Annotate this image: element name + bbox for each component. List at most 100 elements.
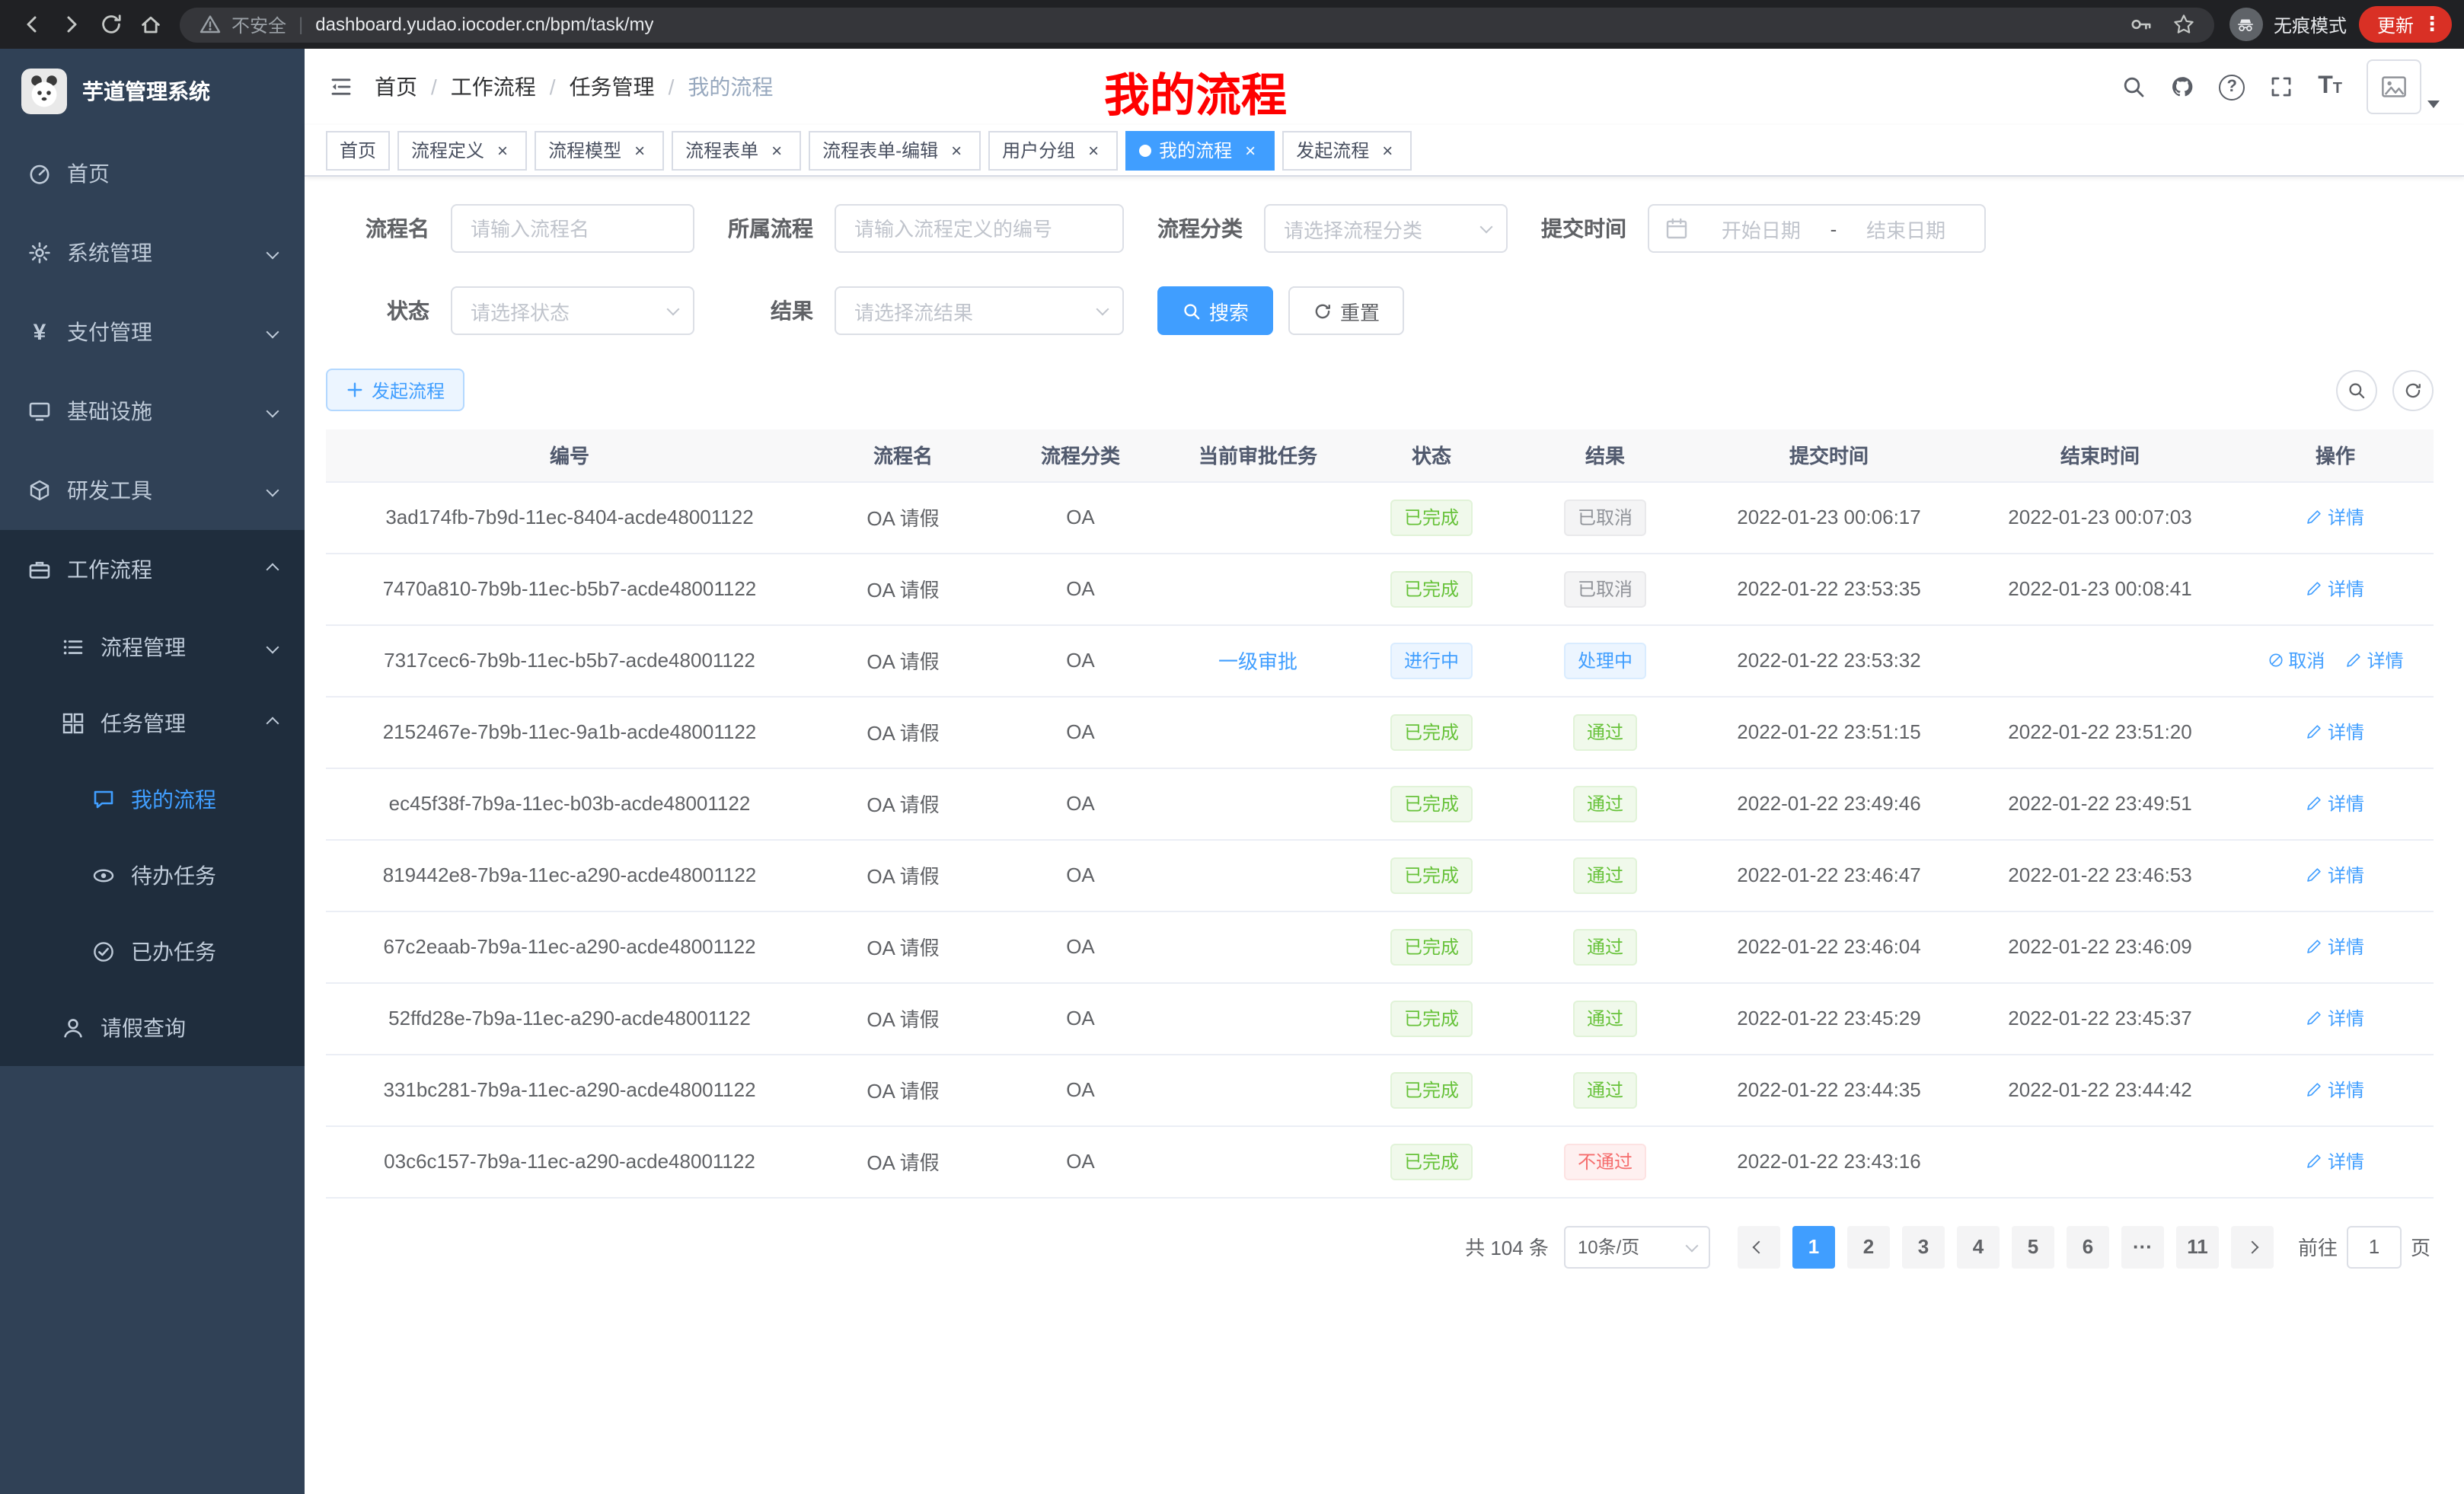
search-icon xyxy=(1182,301,1202,321)
reset-button[interactable]: 重置 xyxy=(1288,286,1404,335)
breadcrumb-item[interactable]: 任务管理 xyxy=(570,72,655,102)
tab-process-definition[interactable]: 流程定义× xyxy=(397,130,527,170)
tab-process-model[interactable]: 流程模型× xyxy=(535,130,664,170)
detail-link[interactable]: 详情 xyxy=(2306,1005,2364,1031)
tab-close-icon[interactable]: × xyxy=(629,139,650,161)
cancel-link[interactable]: 取消 xyxy=(2267,647,2325,673)
sidebar-item-leave-query[interactable]: 请假查询 xyxy=(0,990,305,1066)
col-actions: 操作 xyxy=(2237,429,2434,481)
sidebar-item-system[interactable]: 系统管理 xyxy=(0,213,305,292)
detail-link[interactable]: 详情 xyxy=(2306,719,2364,745)
sidebar-item-my-processes[interactable]: 我的流程 xyxy=(0,761,305,838)
tab-close-icon[interactable]: × xyxy=(1377,139,1398,161)
github-link[interactable] xyxy=(2170,75,2194,99)
tab-home[interactable]: 首页 xyxy=(326,130,390,170)
password-key-icon[interactable] xyxy=(2129,12,2153,37)
sidebar-collapse-button[interactable] xyxy=(329,75,353,99)
table-row: 7470a810-7b9b-11ec-b5b7-acde48001122 OA … xyxy=(326,553,2434,624)
browser-reload-button[interactable] xyxy=(91,5,131,44)
refresh-table-button[interactable] xyxy=(2392,369,2434,410)
tab-user-group[interactable]: 用户分组× xyxy=(988,130,1118,170)
sidebar-item-task-management[interactable]: 任务管理 xyxy=(0,685,305,761)
cell-name: OA 请假 xyxy=(813,696,993,768)
page-button-3[interactable]: 3 xyxy=(1902,1225,1945,1268)
detail-link[interactable]: 详情 xyxy=(2306,790,2364,816)
table-row: 819442e8-7b9a-11ec-a290-acde48001122 OA … xyxy=(326,839,2434,911)
detail-link[interactable]: 详情 xyxy=(2306,1077,2364,1103)
tab-process-form[interactable]: 流程表单× xyxy=(672,130,801,170)
browser-forward-button[interactable] xyxy=(52,5,91,44)
warning-icon xyxy=(198,12,222,37)
address-bar[interactable]: 不安全 | dashboard.yudao.iocoder.cn/bpm/tas… xyxy=(180,7,2214,42)
ban-icon xyxy=(2267,652,2284,669)
tab-close-icon[interactable]: × xyxy=(1083,139,1104,161)
result-badge: 通过 xyxy=(1573,928,1637,965)
tab-close-icon[interactable]: × xyxy=(946,139,967,161)
tab-start-process[interactable]: 发起流程× xyxy=(1282,130,1412,170)
cell-end-time: 2022-01-22 23:46:53 xyxy=(1963,839,2237,911)
user-menu[interactable] xyxy=(2367,59,2440,114)
sidebar-item-done-tasks[interactable]: 已办任务 xyxy=(0,914,305,990)
browser-back-button[interactable] xyxy=(12,5,52,44)
start-process-button[interactable]: 发起流程 xyxy=(326,369,464,411)
page-button-1[interactable]: 1 xyxy=(1792,1225,1835,1268)
page-button-4[interactable]: 4 xyxy=(1957,1225,2000,1268)
browser-update-button[interactable]: 更新 ⋮ xyxy=(2359,6,2452,43)
tab-close-icon[interactable]: × xyxy=(1240,139,1261,161)
browser-menu-icon[interactable]: ⋮ xyxy=(2421,12,2443,37)
page-ellipsis[interactable]: ··· xyxy=(2121,1225,2164,1268)
detail-link[interactable]: 详情 xyxy=(2306,576,2364,602)
tab-close-icon[interactable]: × xyxy=(492,139,513,161)
detail-link[interactable]: 详情 xyxy=(2306,862,2364,888)
detail-link[interactable]: 详情 xyxy=(2306,1148,2364,1174)
process-name-input[interactable] xyxy=(451,204,694,253)
search-button[interactable]: 搜索 xyxy=(1157,286,1273,335)
sidebar-item-devtools[interactable]: 研发工具 xyxy=(0,451,305,530)
bookmark-star-icon[interactable] xyxy=(2172,12,2196,37)
toggle-search-button[interactable] xyxy=(2336,369,2377,410)
arrow-right-icon xyxy=(59,12,84,37)
detail-link[interactable]: 详情 xyxy=(2306,934,2364,959)
goto-page-input[interactable] xyxy=(2347,1225,2402,1268)
page-button-11[interactable]: 11 xyxy=(2176,1225,2219,1268)
submit-time-range-picker[interactable]: 开始日期 - 结束日期 xyxy=(1648,204,1986,253)
tab-close-icon[interactable]: × xyxy=(766,139,787,161)
fullscreen-button[interactable] xyxy=(2269,75,2293,99)
page-size-select[interactable]: 10条/页 xyxy=(1564,1225,1710,1268)
broken-image-icon xyxy=(2380,73,2408,101)
arrow-left-icon xyxy=(20,12,44,37)
tab-process-form-edit[interactable]: 流程表单-编辑× xyxy=(809,130,981,170)
prev-page-button[interactable] xyxy=(1738,1225,1780,1268)
current-task-link[interactable]: 一级审批 xyxy=(1218,650,1297,673)
grid-icon xyxy=(61,711,85,736)
breadcrumb-item[interactable]: 工作流程 xyxy=(451,72,536,102)
header-search-button[interactable] xyxy=(2121,75,2146,99)
browser-home-button[interactable] xyxy=(131,5,171,44)
font-size-button[interactable]: TT xyxy=(2318,75,2342,99)
cell-end-time: 2022-01-23 00:08:41 xyxy=(1963,553,2237,624)
next-page-button[interactable] xyxy=(2231,1225,2274,1268)
tab-my-processes[interactable]: 我的流程× xyxy=(1125,130,1275,170)
app-logo[interactable]: 芋道管理系统 xyxy=(0,49,305,134)
status-select[interactable]: 请选择状态 xyxy=(451,286,694,335)
sidebar-item-infrastructure[interactable]: 基础设施 xyxy=(0,372,305,451)
breadcrumb-item[interactable]: 首页 xyxy=(375,72,417,102)
sidebar-item-process-management[interactable]: 流程管理 xyxy=(0,609,305,685)
sidebar-item-workflow[interactable]: 工作流程 xyxy=(0,530,305,609)
sidebar-item-todo-tasks[interactable]: 待办任务 xyxy=(0,838,305,914)
cell-id: 67c2eaab-7b9a-11ec-a290-acde48001122 xyxy=(326,911,813,982)
page-button-6[interactable]: 6 xyxy=(2067,1225,2109,1268)
result-badge: 通过 xyxy=(1573,713,1637,750)
sidebar-item-home[interactable]: 首页 xyxy=(0,134,305,213)
edit-icon xyxy=(2306,867,2323,883)
chevron-down-icon xyxy=(1685,1239,1698,1252)
parent-process-input[interactable] xyxy=(835,204,1124,253)
page-button-5[interactable]: 5 xyxy=(2012,1225,2054,1268)
detail-link[interactable]: 详情 xyxy=(2346,647,2404,673)
sidebar-item-payment[interactable]: ¥ 支付管理 xyxy=(0,292,305,372)
page-button-2[interactable]: 2 xyxy=(1847,1225,1890,1268)
category-select[interactable]: 请选择流程分类 xyxy=(1264,204,1508,253)
detail-link[interactable]: 详情 xyxy=(2306,504,2364,530)
help-button[interactable]: ? xyxy=(2219,74,2245,100)
result-select[interactable]: 请选择流结果 xyxy=(835,286,1124,335)
